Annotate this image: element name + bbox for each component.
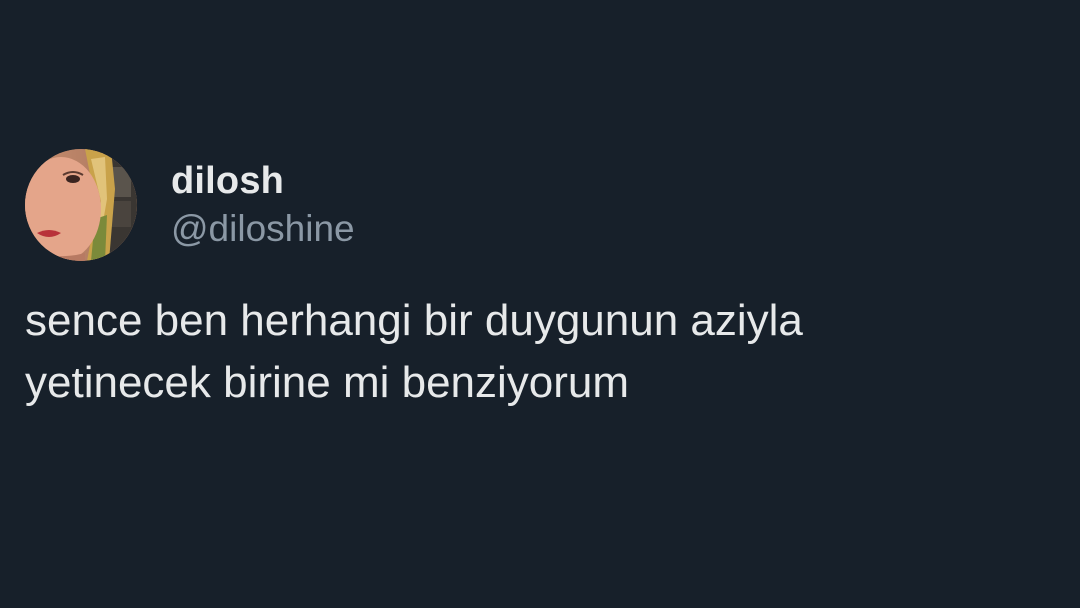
avatar-image: [25, 149, 137, 261]
avatar[interactable]: [25, 149, 137, 261]
tweet-text: sence ben herhangi bir duygunun aziyla y…: [25, 296, 803, 407]
user-names: dilosh @diloshine: [171, 158, 355, 252]
tweet-card: dilosh @diloshine sence ben herhangi bir…: [25, 149, 1055, 414]
tweet-header: dilosh @diloshine: [25, 149, 1055, 261]
user-handle[interactable]: @diloshine: [171, 206, 355, 252]
display-name[interactable]: dilosh: [171, 158, 355, 204]
